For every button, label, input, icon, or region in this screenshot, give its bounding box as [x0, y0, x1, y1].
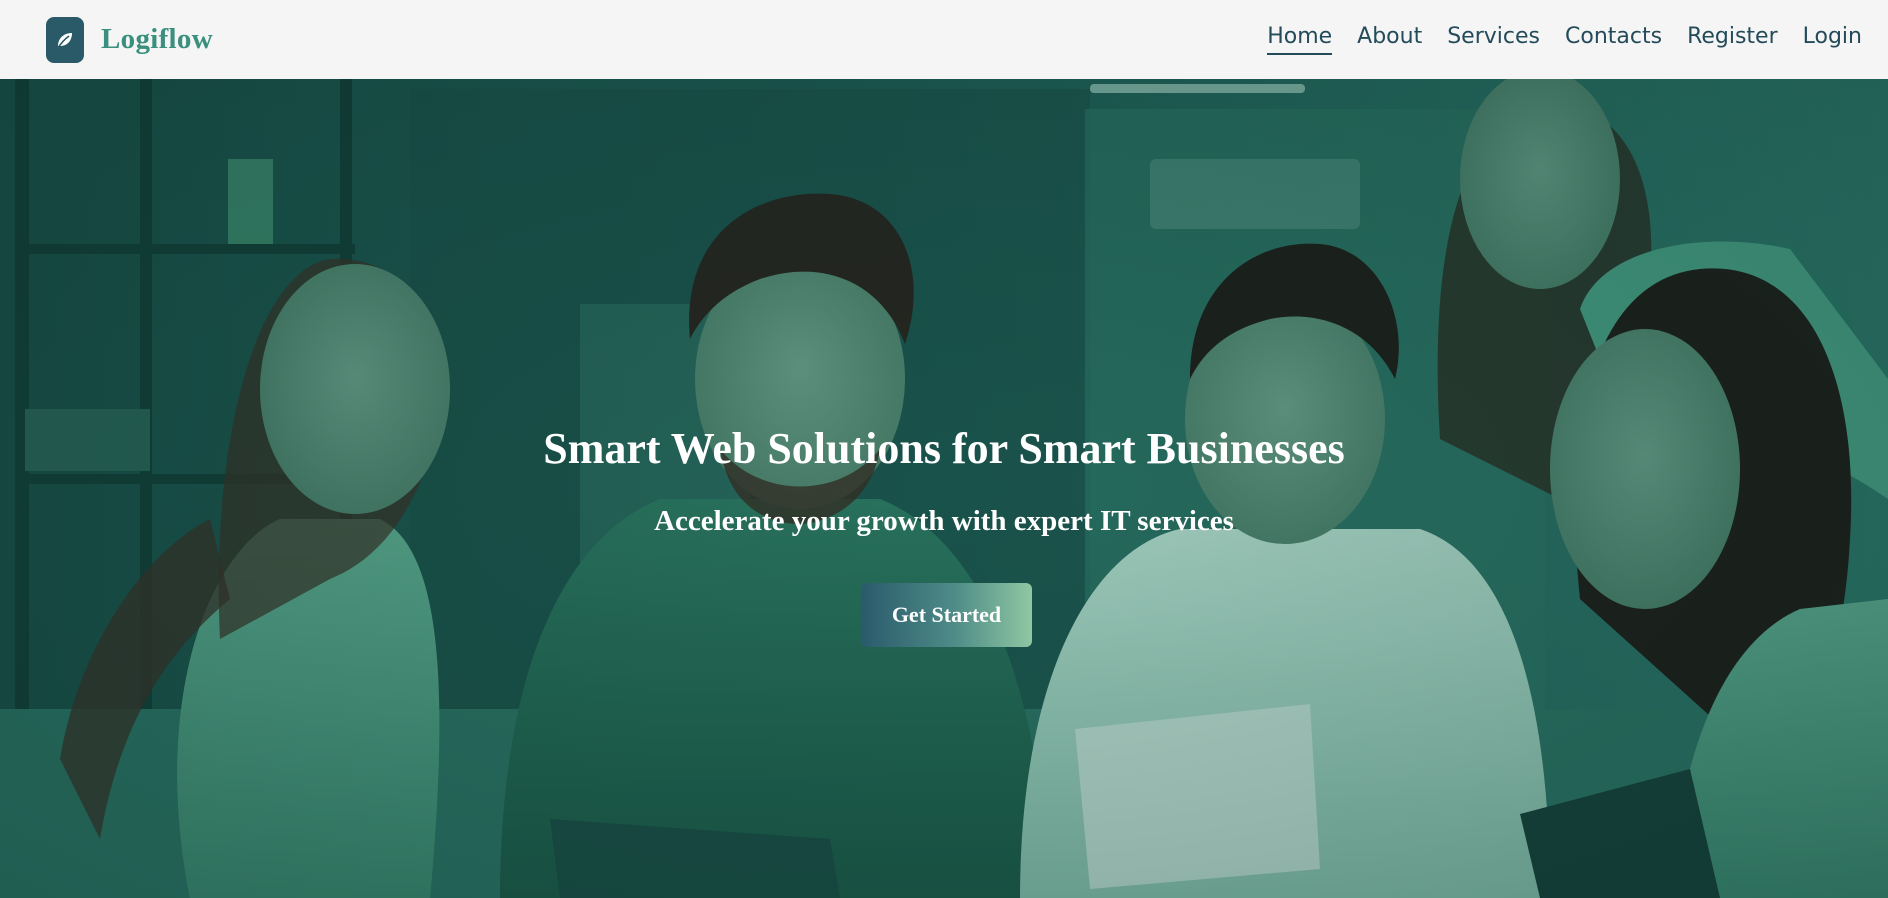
nav-link-register[interactable]: Register: [1687, 24, 1778, 55]
main-nav: Home About Services Contacts Register Lo…: [1267, 24, 1862, 55]
leaf-icon: [57, 32, 72, 48]
nav-link-about[interactable]: About: [1357, 24, 1422, 55]
brand[interactable]: Logiflow: [46, 16, 213, 63]
nav-link-login[interactable]: Login: [1803, 24, 1862, 55]
site-header: Logiflow Home About Services Contacts Re…: [0, 0, 1888, 79]
get-started-button[interactable]: Get Started: [861, 583, 1032, 647]
hero-content: Smart Web Solutions for Smart Businesses…: [0, 79, 1888, 898]
nav-link-services[interactable]: Services: [1447, 24, 1540, 55]
nav-link-contacts[interactable]: Contacts: [1565, 24, 1662, 55]
hero-title: Smart Web Solutions for Smart Businesses: [543, 424, 1345, 473]
brand-name: Logiflow: [101, 23, 213, 55]
hero-section: Smart Web Solutions for Smart Businesses…: [0, 79, 1888, 898]
logo: [46, 16, 84, 63]
nav-link-home[interactable]: Home: [1267, 24, 1333, 55]
hero-subtitle: Accelerate your growth with expert IT se…: [654, 505, 1234, 537]
